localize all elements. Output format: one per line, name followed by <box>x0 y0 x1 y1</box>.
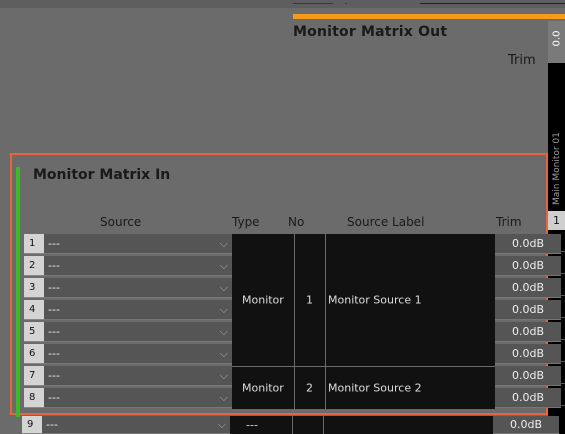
source-value: --- <box>46 418 58 431</box>
source-value: --- <box>48 237 60 250</box>
output-channel-number[interactable]: 1 <box>548 211 565 230</box>
trim-value[interactable]: 0.0dB <box>495 300 561 320</box>
row-number: 5 <box>24 322 44 342</box>
output-trim-value-box[interactable]: 0.0 <box>548 21 565 63</box>
chevron-down-icon: ⌵ <box>219 259 228 272</box>
source-select[interactable]: --- ⌵ <box>44 234 232 254</box>
chevron-down-icon: ⌵ <box>217 418 226 431</box>
trim-value[interactable]: 0.0dB <box>495 388 561 408</box>
source-label-value: Monitor Source 2 <box>328 381 422 395</box>
source-value: --- <box>48 281 60 294</box>
source-value: --- <box>48 325 60 338</box>
monitor-matrix-in-title: Monitor Matrix In <box>33 167 171 183</box>
type-value: Monitor <box>242 293 284 307</box>
chevron-down-icon: ⌵ <box>219 325 228 338</box>
type-cell-group-2[interactable]: Monitor <box>232 367 294 409</box>
header-source: Source <box>100 215 142 229</box>
row-number: 8 <box>24 388 44 408</box>
label-cell-group-1[interactable]: Monitor Source 1 <box>326 234 495 366</box>
header-no: No <box>288 215 305 229</box>
row-number: 2 <box>24 256 44 276</box>
output-channel-label: Main Monitor 01 <box>552 132 562 205</box>
source-select[interactable]: --- ⌵ <box>44 322 232 342</box>
row-number: 4 <box>24 300 44 320</box>
monitor-matrix-out-title: Monitor Matrix Out <box>293 24 448 40</box>
header-source-label: Source Label <box>347 215 425 229</box>
header-type: Type <box>232 215 260 229</box>
source-value: --- <box>48 391 60 404</box>
chevron-down-icon: ⌵ <box>219 303 228 316</box>
row-number: 1 <box>24 234 44 254</box>
source-value: --- <box>48 303 60 316</box>
trim-value[interactable]: 0.0dB <box>495 234 561 254</box>
no-cell-group-2: 2 <box>295 367 325 409</box>
chevron-down-icon: ⌵ <box>219 369 228 382</box>
output-trim-value: 0.0 <box>551 30 563 47</box>
source-select[interactable]: --- ⌵ <box>44 300 232 320</box>
top-strip <box>0 0 565 8</box>
source-select[interactable]: --- ⌵ <box>44 278 232 298</box>
row-number: 9 <box>22 416 42 434</box>
green-section-marker <box>16 167 20 417</box>
trim-value[interactable]: 0.0dB <box>495 256 561 276</box>
label-cell-group-2[interactable]: Monitor Source 2 <box>326 367 495 409</box>
row-number: 6 <box>24 344 44 364</box>
row-number: 7 <box>24 366 44 386</box>
source-select[interactable]: --- ⌵ <box>44 344 232 364</box>
no-value: 2 <box>306 381 313 395</box>
source-select[interactable]: --- ⌵ <box>44 388 232 408</box>
no-cell <box>293 416 323 434</box>
source-value: --- <box>48 259 60 272</box>
row-number: 3 <box>24 278 44 298</box>
trim-value[interactable]: 0.0dB <box>495 366 561 386</box>
source-select[interactable]: --- ⌵ <box>44 366 232 386</box>
source-value: --- <box>48 369 60 382</box>
chevron-down-icon: ⌵ <box>219 281 228 294</box>
top-strip-tick <box>345 3 347 4</box>
type-value: --- <box>246 418 258 432</box>
source-value: --- <box>48 347 60 360</box>
type-value: Monitor <box>242 381 284 395</box>
label-cell[interactable] <box>324 416 493 434</box>
output-accent-bar <box>293 14 565 19</box>
source-select[interactable]: --- ⌵ <box>42 416 230 434</box>
trim-value[interactable]: 0.0dB <box>493 416 559 434</box>
monitor-matrix-in-panel: Monitor Matrix In Source Type No Source … <box>10 153 561 417</box>
chevron-down-icon: ⌵ <box>219 237 228 250</box>
no-cell-group-1: 1 <box>295 234 325 366</box>
no-value: 1 <box>306 293 313 307</box>
header-trim: Trim <box>496 215 522 229</box>
trim-value[interactable]: 0.0dB <box>495 344 561 364</box>
output-trim-label: Trim <box>508 53 536 68</box>
type-cell[interactable]: --- <box>230 416 292 434</box>
chevron-down-icon: ⌵ <box>219 391 228 404</box>
trim-value[interactable]: 0.0dB <box>495 322 561 342</box>
chevron-down-icon: ⌵ <box>219 347 228 360</box>
trim-value[interactable]: 0.0dB <box>495 278 561 298</box>
source-select[interactable]: --- ⌵ <box>44 256 232 276</box>
top-strip-segment <box>420 3 565 4</box>
top-strip-segment <box>293 3 333 4</box>
type-cell-group-1[interactable]: Monitor <box>232 234 294 366</box>
source-label-value: Monitor Source 1 <box>328 293 422 307</box>
